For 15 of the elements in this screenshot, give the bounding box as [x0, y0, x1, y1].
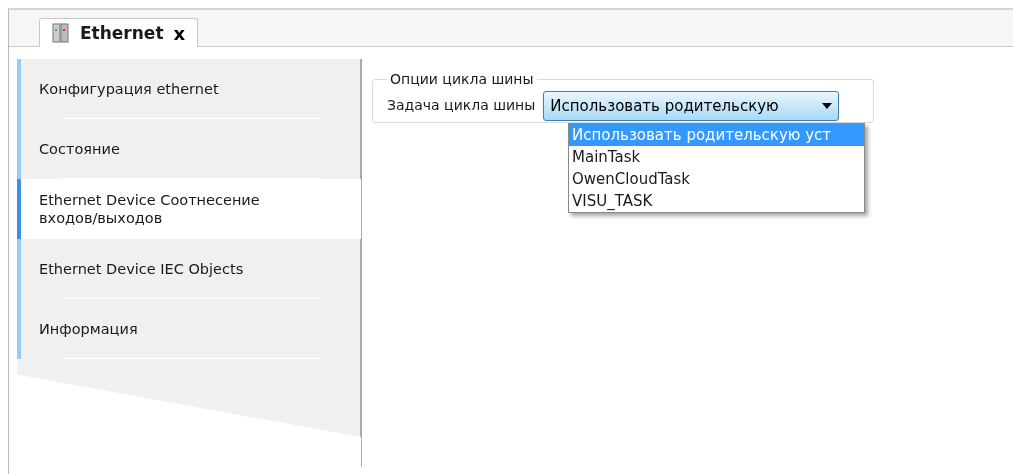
dropdown-option[interactable]: OwenCloudTask	[569, 168, 864, 190]
dropdown-option[interactable]: VISU_TASK	[569, 190, 864, 212]
tab-title: Ethernet	[80, 23, 164, 43]
task-dropdown[interactable]: Использовать родительскую	[543, 90, 840, 121]
field-label: Задача цикла шины	[387, 96, 536, 113]
close-button[interactable]: x	[173, 22, 186, 44]
sidebar-item[interactable]: Состояние	[17, 119, 361, 179]
sidebar-item[interactable]: Конфигурация ethernet	[17, 59, 361, 119]
group-title: Опции цикла шины	[389, 71, 535, 87]
sidebar-item[interactable]: Ethernet Device IEC Objects	[17, 239, 361, 299]
caret-icon	[822, 102, 833, 109]
dropdown-option[interactable]: MainTask	[569, 146, 864, 168]
device-icon	[52, 23, 70, 43]
sidebar-item[interactable]: Информация	[17, 299, 361, 359]
ethernet-tab[interactable]: Ethernet x	[39, 18, 199, 47]
